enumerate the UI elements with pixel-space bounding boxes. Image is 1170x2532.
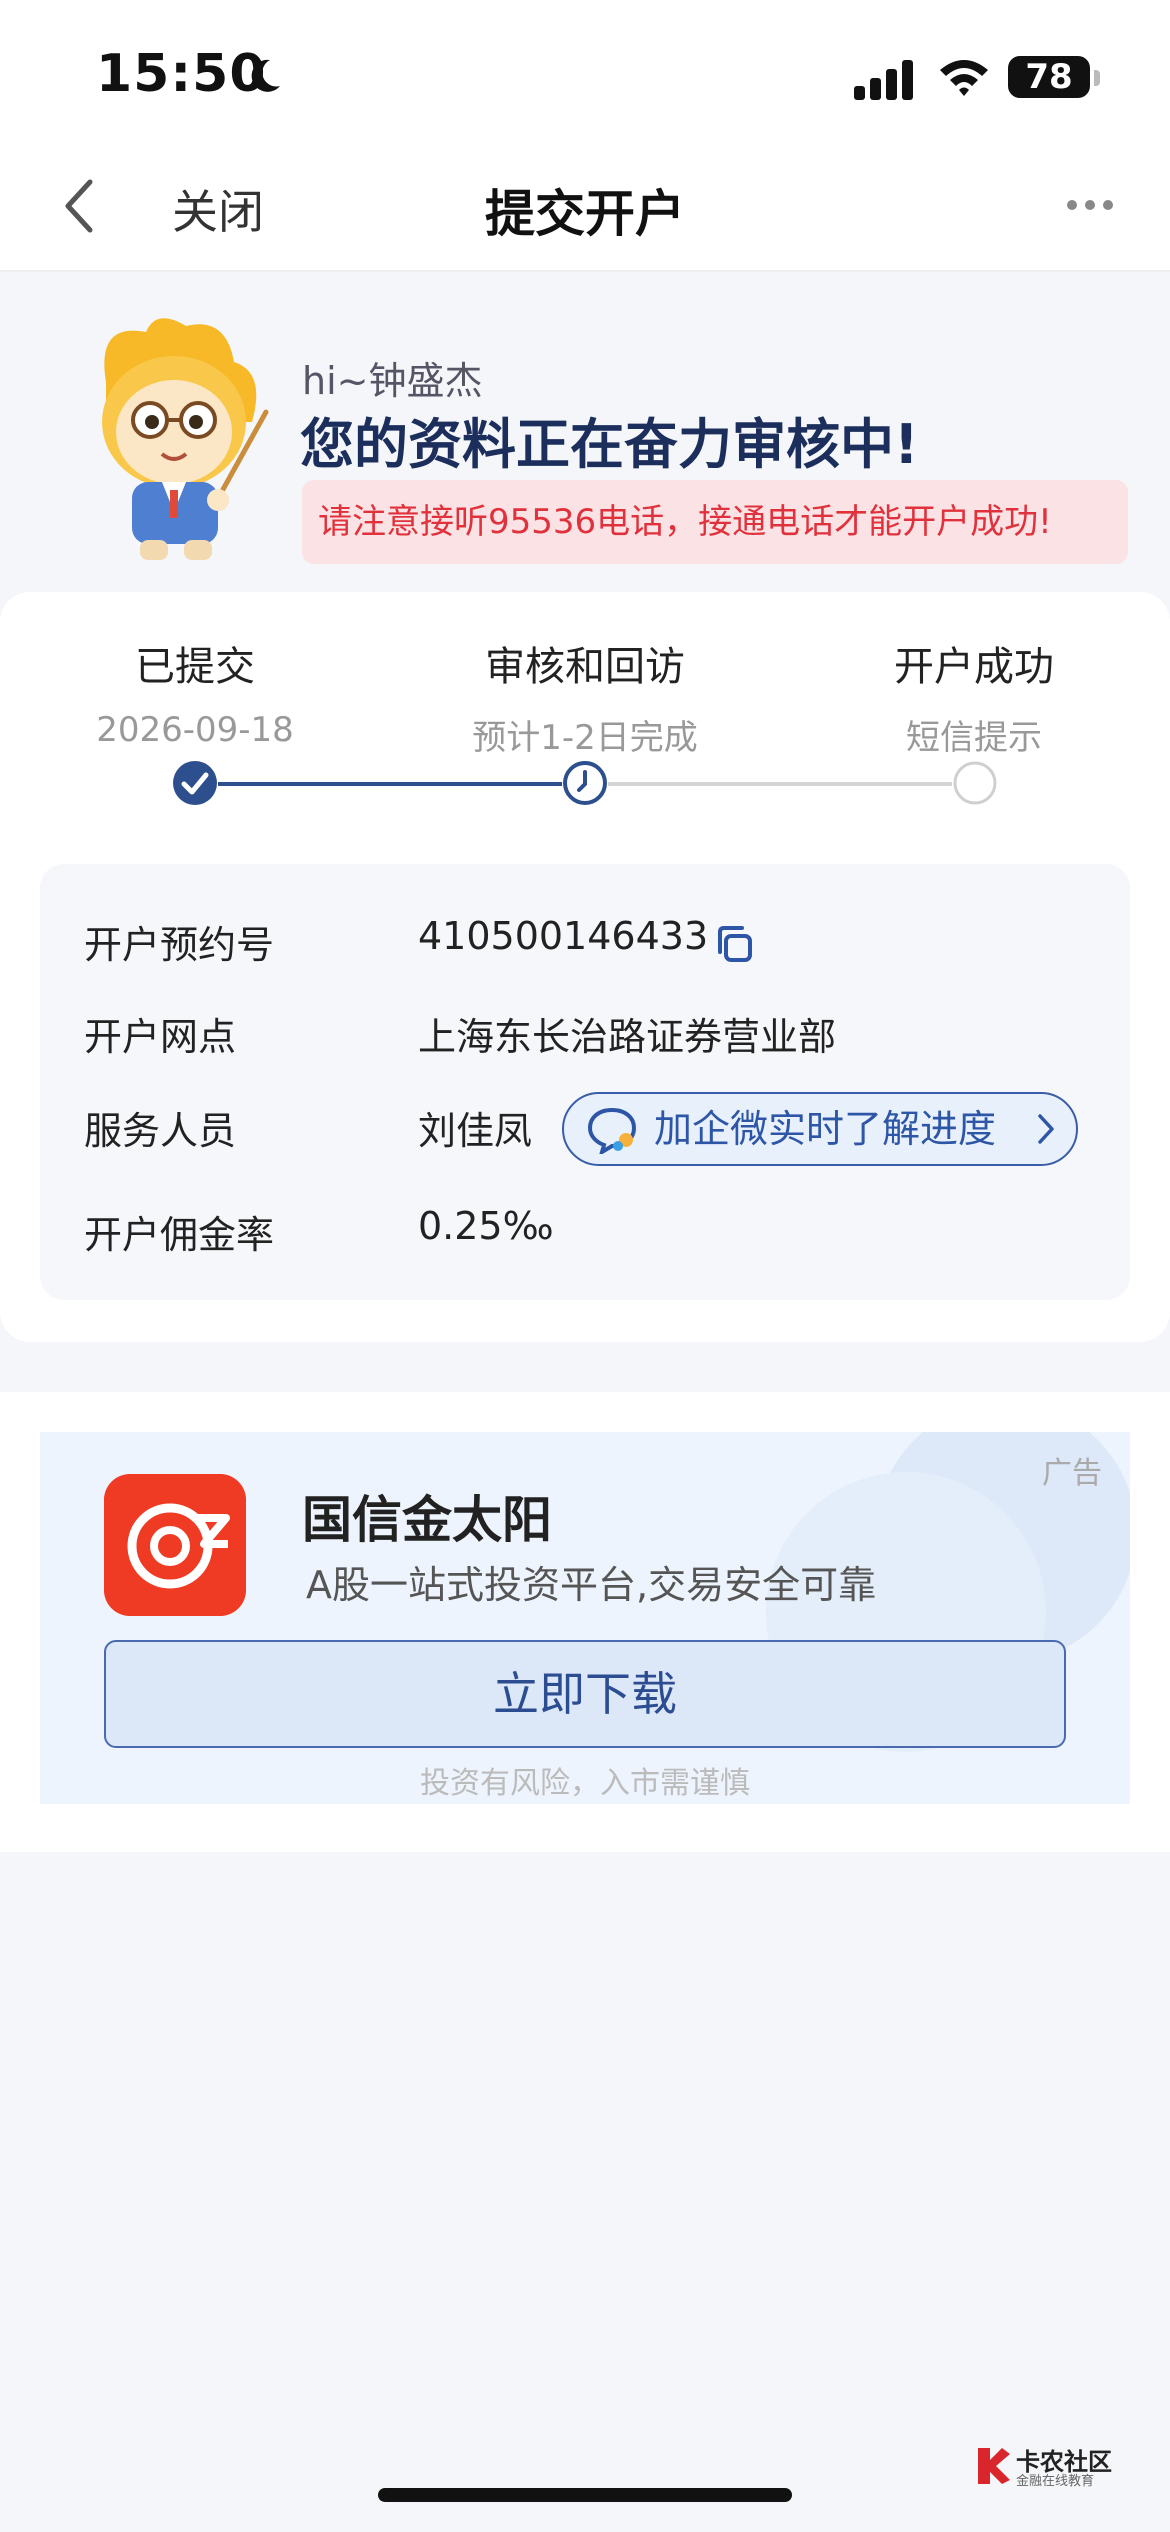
ad-tagline: A股一站式投资平台,交易安全可靠 (306, 1563, 877, 1607)
watermark-subtitle: 金融在线教育 (1016, 2474, 1095, 2489)
step-sub-review: 预计1-2日完成 (472, 718, 698, 758)
status-bar: 15:50 78 (0, 0, 1170, 150)
chevron-right-icon (1038, 1114, 1054, 1144)
chat-bubble-icon (587, 1107, 637, 1154)
review-status-banner: hi~钟盛杰 您的资料正在奋力审核中! 请注意接听95536电话，接通电话才能开… (0, 272, 1170, 592)
reservation-label: 开户预约号 (84, 923, 275, 967)
watermark-logo-icon (978, 2448, 1010, 2484)
reservation-number: 410500146433 (418, 914, 709, 958)
page-title: 提交开户 (485, 185, 685, 243)
nav-bar: 关闭 提交开户 (0, 150, 1170, 272)
battery-cap (1094, 70, 1100, 86)
step-sub-success: 短信提示 (906, 718, 1042, 758)
step-sub-submitted: 2026-09-18 (96, 710, 294, 750)
cellular-signal-icon (854, 60, 913, 100)
wechat-button-label: 加企微实时了解进度 (654, 1107, 997, 1151)
phone-alert: 请注意接听95536电话，接通电话才能开户成功! (302, 480, 1128, 564)
application-info: 开户预约号 410500146433 开户网点 上海东长治路证券营业部 服务人员… (40, 864, 1130, 1300)
application-card: 已提交 2026-09-18 审核和回访 预计1-2日完成 开户成功 短信提示 … (0, 592, 1170, 1342)
progress-line-pending (608, 782, 952, 786)
step-label-review: 审核和回访 (485, 644, 685, 690)
status-time: 15:50 (96, 44, 267, 104)
check-icon (173, 761, 217, 805)
ad-app-name: 国信金太阳 (302, 1491, 552, 1549)
branch-label: 开户网点 (84, 1015, 237, 1059)
app-logo-icon (104, 1474, 246, 1616)
watermark: 卡农社区 金融在线教育 (972, 2442, 1112, 2492)
risk-notice: 投资有风险，入市需谨慎 (420, 1766, 750, 1801)
ad-section: 广告 国信金太阳 A股一站式投资平台,交易安全可靠 立即下载 投资有风险，入市需… (0, 1392, 1170, 1852)
wechat-progress-button[interactable]: 加企微实时了解进度 (562, 1092, 1078, 1166)
commission-value: 0.25‰ (418, 1204, 554, 1248)
home-indicator[interactable] (378, 2488, 792, 2502)
ad-banner[interactable]: 广告 国信金太阳 A股一站式投资平台,交易安全可靠 立即下载 投资有风险，入市需… (40, 1432, 1130, 1804)
commission-label: 开户佣金率 (84, 1213, 275, 1257)
staff-value: 刘佳凤 (418, 1109, 533, 1153)
progress-line-done (218, 782, 562, 786)
copy-icon[interactable] (712, 922, 756, 966)
ad-tag: 广告 (1042, 1456, 1102, 1491)
mascot-image (102, 318, 269, 560)
review-title: 您的资料正在奋力审核中! (300, 413, 919, 476)
clock-icon (563, 761, 607, 805)
wifi-icon (940, 60, 988, 96)
moon-icon (251, 59, 280, 92)
more-dots-icon[interactable] (1066, 198, 1114, 212)
branch-value: 上海东长治路证券营业部 (418, 1015, 837, 1059)
greeting-text: hi~钟盛杰 (302, 359, 483, 403)
battery-icon: 78 (1008, 56, 1090, 98)
step-label-submitted: 已提交 (135, 644, 255, 690)
staff-label: 服务人员 (84, 1109, 237, 1153)
download-button[interactable]: 立即下载 (104, 1640, 1066, 1748)
step-label-success: 开户成功 (894, 644, 1054, 690)
pending-circle-icon (953, 761, 997, 805)
